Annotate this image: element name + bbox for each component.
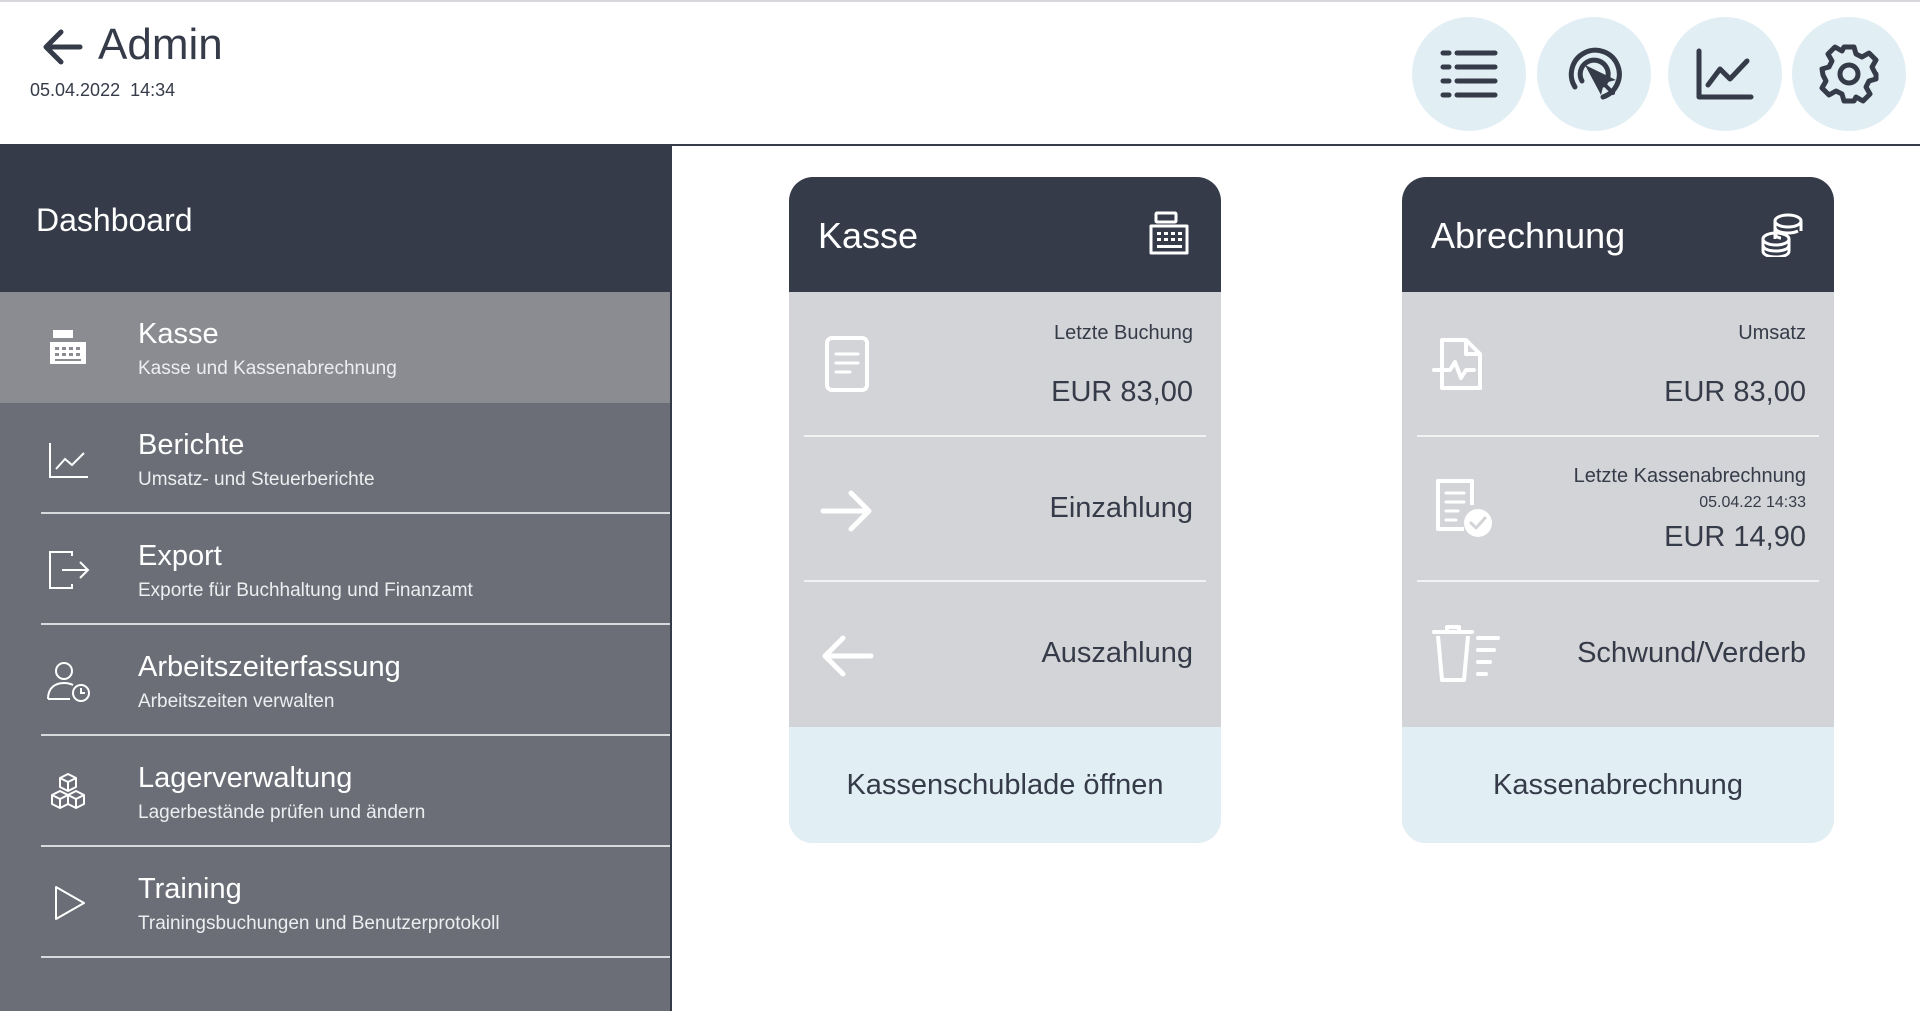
- sidebar-item-label: Export: [138, 540, 222, 572]
- back-button[interactable]: [40, 24, 86, 70]
- revenue-label: Umsatz: [1738, 322, 1806, 344]
- sidebar-item-label: Kasse: [138, 318, 219, 350]
- reports-button[interactable]: [1668, 17, 1782, 131]
- revenue-value: EUR 83,00: [1664, 376, 1806, 408]
- sidebar-item-label: Lagerverwaltung: [138, 762, 353, 794]
- play-icon: [55, 886, 85, 920]
- user-clock-icon: [47, 662, 90, 702]
- cash-register-icon: [50, 330, 86, 364]
- list-icon: [1440, 50, 1498, 98]
- deposit-label: Einzahlung: [1049, 492, 1194, 524]
- last-settlement-date: 05.04.22 14:33: [1699, 494, 1806, 511]
- chart-line-icon: [1696, 48, 1754, 100]
- gear-icon: [1819, 44, 1879, 104]
- sidebar-item-kasse[interactable]: Kasse Kasse und Kassenabrechnung: [0, 292, 670, 403]
- open-cash-drawer-button[interactable]: Kassenschublade öffnen: [789, 727, 1221, 843]
- sidebar-item-subtitle: Trainingsbuchungen und Benutzerprotokoll: [138, 913, 500, 934]
- settings-button[interactable]: [1792, 17, 1906, 131]
- last-booking-value: EUR 83,00: [1051, 376, 1193, 408]
- sidebar-item-arbeitszeiterfassung[interactable]: Arbeitszeiterfassung Arbeitszeiten verwa…: [0, 625, 670, 736]
- abrechnung-card: Abrechnung Umsatz EUR 83,00 Letzte Kasse…: [1402, 177, 1834, 843]
- card-title: Kasse: [818, 215, 919, 256]
- sidebar-header: Dashboard: [0, 146, 672, 292]
- document-check-icon: [1436, 479, 1492, 537]
- datetime: 05.04.2022 14:34: [30, 80, 176, 100]
- divider: [41, 956, 670, 958]
- sidebar-item-subtitle: Exporte für Buchhaltung und Finanzamt: [138, 580, 473, 601]
- cash-register-icon: [1149, 211, 1189, 255]
- document-icon: [825, 336, 869, 392]
- shrinkage-label: Schwund/Verderb: [1577, 637, 1806, 669]
- sidebar-item-subtitle: Lagerbestände prüfen und ändern: [138, 802, 426, 823]
- boxes-icon: [51, 773, 85, 809]
- card-header: Abrechnung: [1402, 177, 1834, 292]
- card-header: Kasse: [789, 177, 1221, 292]
- last-booking-label: Letzte Buchung: [1054, 322, 1193, 344]
- page-title: Admin: [98, 20, 223, 69]
- sidebar-item-subtitle: Kasse und Kassenabrechnung: [138, 358, 397, 379]
- sidebar-item-label: Arbeitszeiterfassung: [138, 651, 401, 683]
- chart-line-icon: [49, 443, 88, 478]
- header: Admin 05.04.2022 14:34: [0, 0, 1920, 146]
- kasse-card: Kasse Letzte Buchung EUR 83,00 Einzahlun…: [789, 177, 1221, 843]
- sidebar-item-berichte[interactable]: Berichte Umsatz- und Steuerberichte: [0, 403, 670, 514]
- withdrawal-row[interactable]: Auszahlung: [789, 582, 1221, 727]
- trash-list-icon: [1432, 625, 1500, 682]
- touch-button[interactable]: [1537, 17, 1651, 131]
- sidebar-item-training[interactable]: Training Trainingsbuchungen und Benutzer…: [0, 847, 670, 958]
- last-booking-row[interactable]: Letzte Buchung EUR 83,00: [789, 292, 1221, 437]
- sidebar-item-subtitle: Arbeitszeiten verwalten: [138, 691, 335, 712]
- touch-pointer-icon: [1568, 47, 1622, 100]
- arrow-left-icon: [822, 635, 874, 677]
- last-settlement-value: EUR 14,90: [1664, 521, 1806, 553]
- deposit-row[interactable]: Einzahlung: [789, 437, 1221, 582]
- arrow-left-icon: [43, 29, 83, 65]
- shrinkage-row[interactable]: Schwund/Verderb: [1402, 582, 1834, 727]
- list-button[interactable]: [1412, 17, 1526, 131]
- sidebar-item-label: Training: [138, 873, 242, 905]
- last-settlement-row[interactable]: Letzte Kassenabrechnung 05.04.22 14:33 E…: [1402, 437, 1834, 582]
- sidebar-item-subtitle: Umsatz- und Steuerberichte: [138, 469, 375, 490]
- arrow-right-icon: [820, 490, 872, 532]
- revenue-row[interactable]: Umsatz EUR 83,00: [1402, 292, 1834, 437]
- cash-settlement-button[interactable]: Kassenabrechnung: [1402, 727, 1834, 843]
- sidebar-item-export[interactable]: Export Exporte für Buchhaltung und Finan…: [0, 514, 670, 625]
- sidebar-title: Dashboard: [36, 202, 193, 238]
- document-chart-icon: [1432, 338, 1482, 390]
- export-icon: [49, 551, 90, 589]
- sidebar: Dashboard Kasse Kasse und Kassenabrechnu…: [0, 146, 672, 1011]
- last-settlement-label: Letzte Kassenabrechnung: [1573, 465, 1806, 487]
- withdrawal-label: Auszahlung: [1041, 637, 1193, 669]
- card-title: Abrechnung: [1431, 215, 1626, 256]
- sidebar-item-label: Berichte: [138, 429, 245, 461]
- sidebar-item-lagerverwaltung[interactable]: Lagerverwaltung Lagerbestände prüfen und…: [0, 736, 670, 847]
- coins-icon: [1761, 213, 1803, 257]
